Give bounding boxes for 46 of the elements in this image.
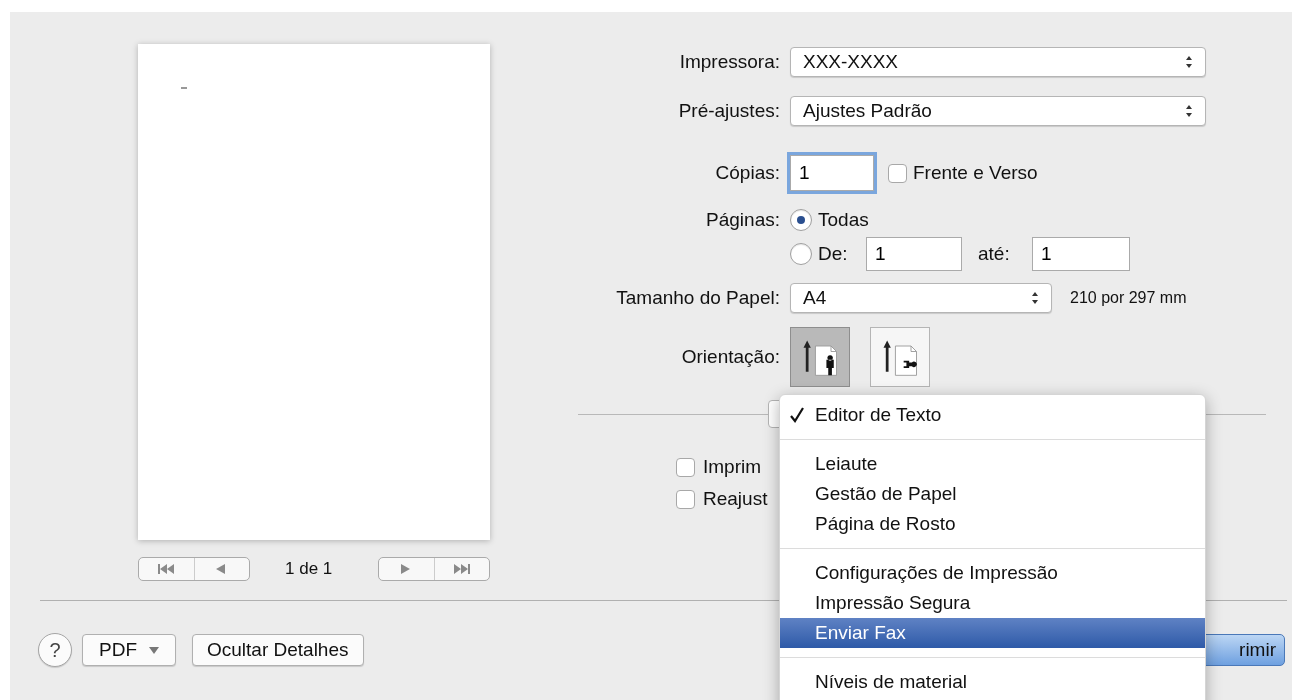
page-indicator: 1 de 1 [285,558,334,581]
radio-button[interactable] [790,243,812,265]
stepper-arrows-icon [1185,55,1193,69]
printer-popup[interactable]: XXX-XXXX [790,47,1206,77]
from-page-input[interactable]: 1 [866,237,962,271]
radio-button[interactable] [790,209,812,231]
last-page-icon [451,561,472,577]
pages-label: Páginas: [705,207,781,232]
printer-label: Impressora: [678,49,781,74]
menu-item[interactable]: Gestão de Papel [780,479,1205,509]
presets-popup[interactable]: Ajustes Padrão [790,96,1206,126]
duplex-checkbox[interactable] [888,163,907,183]
pdf-menu-button[interactable]: PDF [82,634,176,666]
paper-size-label: Tamanho do Papel: [615,285,781,310]
to-label: até: [978,241,1011,266]
option-label: Imprim [703,454,762,479]
checkmark-icon [790,407,804,423]
menu-item[interactable]: Página de Rosto [780,509,1205,539]
preview-mark [181,87,187,89]
copies-input[interactable]: 1 [790,155,874,191]
stepper-arrows-icon [1031,291,1039,305]
radio-label: De: [818,241,849,266]
presets-label: Pré-ajustes: [677,98,781,123]
hide-details-button[interactable]: Ocultar Detalhes [192,634,364,666]
paper-size-popup[interactable]: A4 [790,283,1052,313]
menu-item[interactable]: Impressão Segura [780,588,1205,618]
radio-label: Todas [818,207,869,232]
copies-label: Cópias: [714,160,781,185]
menu-item[interactable]: Editor de Texto [780,400,1205,430]
orientation-label: Orientação: [680,344,781,369]
paper-dimensions: 210 por 297 mm [1070,288,1187,308]
menu-item[interactable]: Níveis de material [780,667,1205,697]
menu-item[interactable]: Leiaute [780,449,1205,479]
portrait-orientation-button[interactable] [790,327,850,387]
help-button[interactable]: ? [38,633,72,667]
option-checkbox[interactable] [676,489,695,509]
first-page-icon [156,561,177,577]
option-checkbox[interactable] [676,457,695,477]
menu-item[interactable]: Configurações de Impressão [780,558,1205,588]
to-page-input[interactable]: 1 [1032,237,1130,271]
stepper-arrows-icon [1185,104,1193,118]
caret-icon [149,646,159,654]
option-label: Reajust [703,486,768,511]
landscape-orientation-button[interactable] [870,327,930,387]
menu-item[interactable]: Enviar Fax [780,618,1205,648]
duplex-label: Frente e Verso [913,160,1038,185]
